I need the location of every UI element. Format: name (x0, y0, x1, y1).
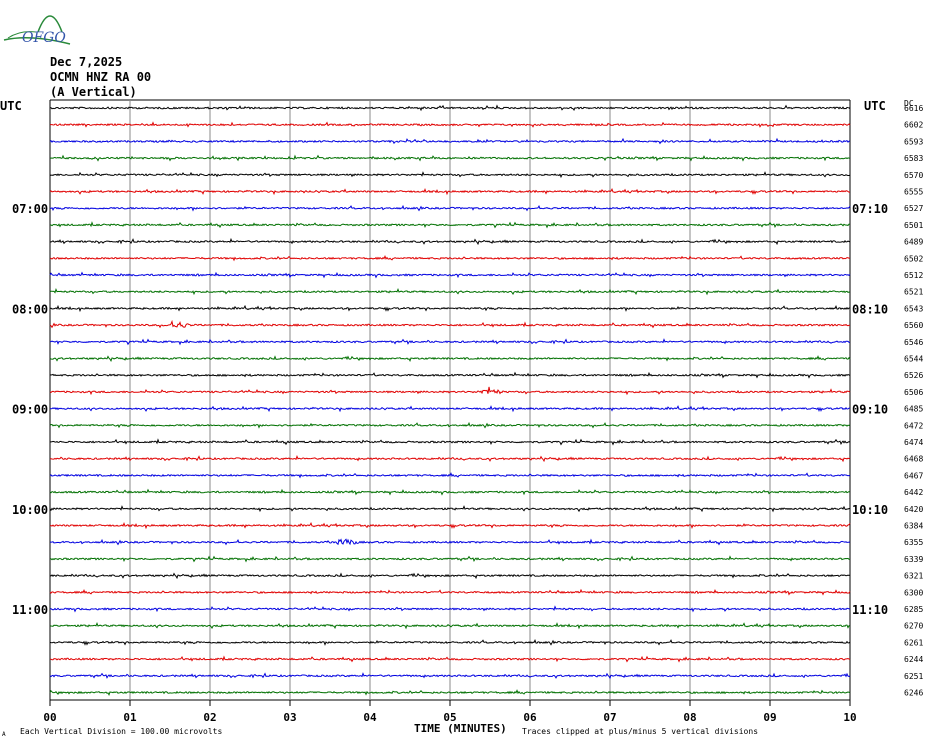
dc-offset-label: 6468 (904, 455, 923, 464)
left-time-label: 09:00 (12, 403, 48, 417)
x-tick-label: 09 (763, 711, 776, 724)
footer-left-note: Each Vertical Division = 100.00 microvol… (20, 727, 222, 736)
right-time-labels: 07:10 08:10 09:10 10:10 11:10 (852, 202, 888, 617)
dc-offset-label: 6544 (904, 355, 923, 364)
dc-offset-label: 6244 (904, 655, 923, 664)
x-tick-label: 10 (843, 711, 856, 724)
dc-offset-label: 6506 (904, 388, 923, 397)
dc-offset-label: 6420 (904, 505, 923, 514)
dc-offset-label: 6442 (904, 488, 923, 497)
dc-offset-label: 6285 (904, 605, 923, 614)
dc-offset-label: 6570 (904, 171, 923, 180)
dc-offset-label: 6489 (904, 238, 923, 247)
dc-offset-label: 6501 (904, 221, 923, 230)
dc-offset-label: 6246 (904, 689, 923, 698)
dc-offset-label: 6602 (904, 121, 923, 130)
dc-offset-label: 6583 (904, 154, 923, 163)
dc-offset-label: 6543 (904, 304, 923, 313)
footer-right-note: Traces clipped at plus/minus 5 vertical … (522, 727, 758, 736)
right-time-label: 09:10 (852, 403, 888, 417)
dc-offset-label: 6512 (904, 271, 923, 280)
x-axis-title: TIME (MINUTES) (414, 722, 507, 735)
right-time-label: 07:10 (852, 202, 888, 216)
dc-offset-label: 6384 (904, 522, 923, 531)
dc-offset-label: 6485 (904, 405, 923, 414)
x-tick-label: 03 (283, 711, 296, 724)
dc-offset-label: 6355 (904, 538, 923, 547)
utc-right-label: UTC (864, 99, 886, 113)
dc-offset-label: 6467 (904, 471, 923, 480)
x-tick-label: 07 (603, 711, 616, 724)
dc-offset-label: 6251 (904, 672, 923, 681)
dc-offset-label: 6270 (904, 622, 923, 631)
dc-offset-label: 6261 (904, 638, 923, 647)
dc-offset-label: 6593 (904, 137, 923, 146)
x-tick-label: 02 (203, 711, 216, 724)
x-tick-label: 01 (123, 711, 137, 724)
helicorder-plot: UTC UTC DC 07:0008:0009:0010:0011:00 07:… (0, 99, 923, 738)
left-time-label: 08:00 (12, 302, 48, 316)
utc-left-label: UTC (0, 99, 22, 113)
right-time-label: 08:10 (852, 302, 888, 316)
dc-offset-label: 6502 (904, 254, 923, 263)
dc-offset-label: 6474 (904, 438, 923, 447)
left-time-labels: 07:00 08:00 09:00 10:00 11:00 (12, 202, 48, 617)
dc-offset-labels: 6616 6602 6593 6583 6570 6555 6527 6501 6489 6502… (904, 104, 923, 698)
x-tick-label: 04 (363, 711, 377, 724)
dc-offset-label: 6527 (904, 204, 923, 213)
left-time-label: 10:00 (12, 503, 48, 517)
right-time-label: 10:10 (852, 503, 888, 517)
dc-offset-label: 6526 (904, 371, 923, 380)
dc-offset-label: 6321 (904, 572, 923, 581)
dc-offset-label: 6560 (904, 321, 923, 330)
dc-offset-label: 6616 (904, 104, 923, 113)
left-time-label: 11:00 (12, 603, 48, 617)
right-time-label: 11:10 (852, 603, 888, 617)
corner-mark: A (2, 731, 6, 738)
dc-offset-label: 6521 (904, 288, 923, 297)
x-tick-label: 08 (683, 711, 696, 724)
dc-offset-label: 6339 (904, 555, 923, 564)
left-time-label: 07:00 (12, 202, 48, 216)
dc-offset-label: 6546 (904, 338, 923, 347)
minute-grid (49, 99, 851, 706)
dc-offset-label: 6555 (904, 188, 923, 197)
x-tick-label: 06 (523, 711, 537, 724)
dc-offset-label: 6472 (904, 421, 923, 430)
dc-offset-label: 6300 (904, 588, 923, 597)
x-tick-label: 00 (43, 711, 56, 724)
